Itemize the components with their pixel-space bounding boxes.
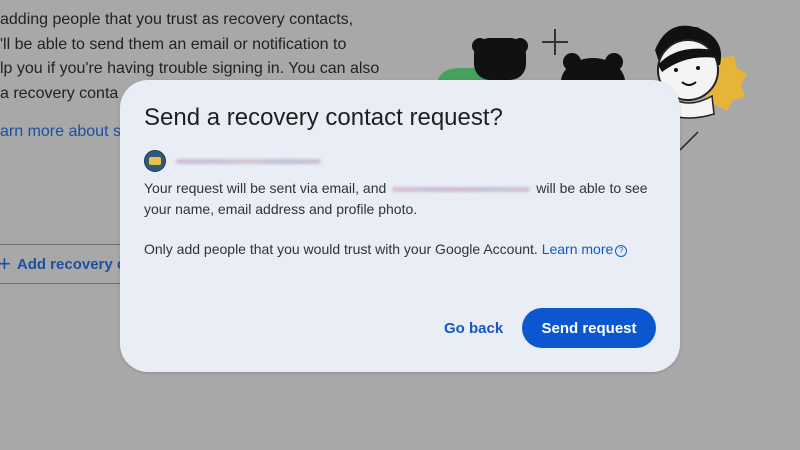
- redacted-email-inline: [392, 186, 531, 192]
- learn-more-link[interactable]: Learn more?: [542, 241, 628, 257]
- contact-avatar: [144, 150, 166, 172]
- background-text-line: adding people that you trust as recovery…: [0, 11, 354, 28]
- redacted-contact-email: [176, 158, 321, 164]
- dialog-title: Send a recovery contact request?: [144, 104, 503, 131]
- background-learn-more-link: arn more about s: [0, 123, 121, 140]
- help-circle-icon: ?: [615, 245, 628, 257]
- description-before: Your request will be sent via email, and: [144, 180, 387, 196]
- background-text-line: 'll be able to send them an email or not…: [0, 35, 347, 53]
- request-description: Your request will be sent via email, and…: [144, 178, 659, 220]
- background-text-line: lp you if you're having trouble signing …: [0, 60, 380, 77]
- recovery-contact-request-dialog: Send a recovery contact request? Your re…: [120, 80, 680, 372]
- send-request-button[interactable]: Send request: [522, 308, 656, 348]
- plus-icon: +: [0, 251, 11, 276]
- learn-more-label: Learn more: [541, 241, 614, 257]
- trust-notice: Only add people that you would trust wit…: [144, 241, 628, 257]
- background-add-label: Add recovery c: [16, 255, 126, 273]
- notice-text: Only add people that you would trust wit…: [144, 241, 538, 257]
- go-back-button[interactable]: Go back: [436, 316, 511, 341]
- contact-row: [144, 150, 321, 172]
